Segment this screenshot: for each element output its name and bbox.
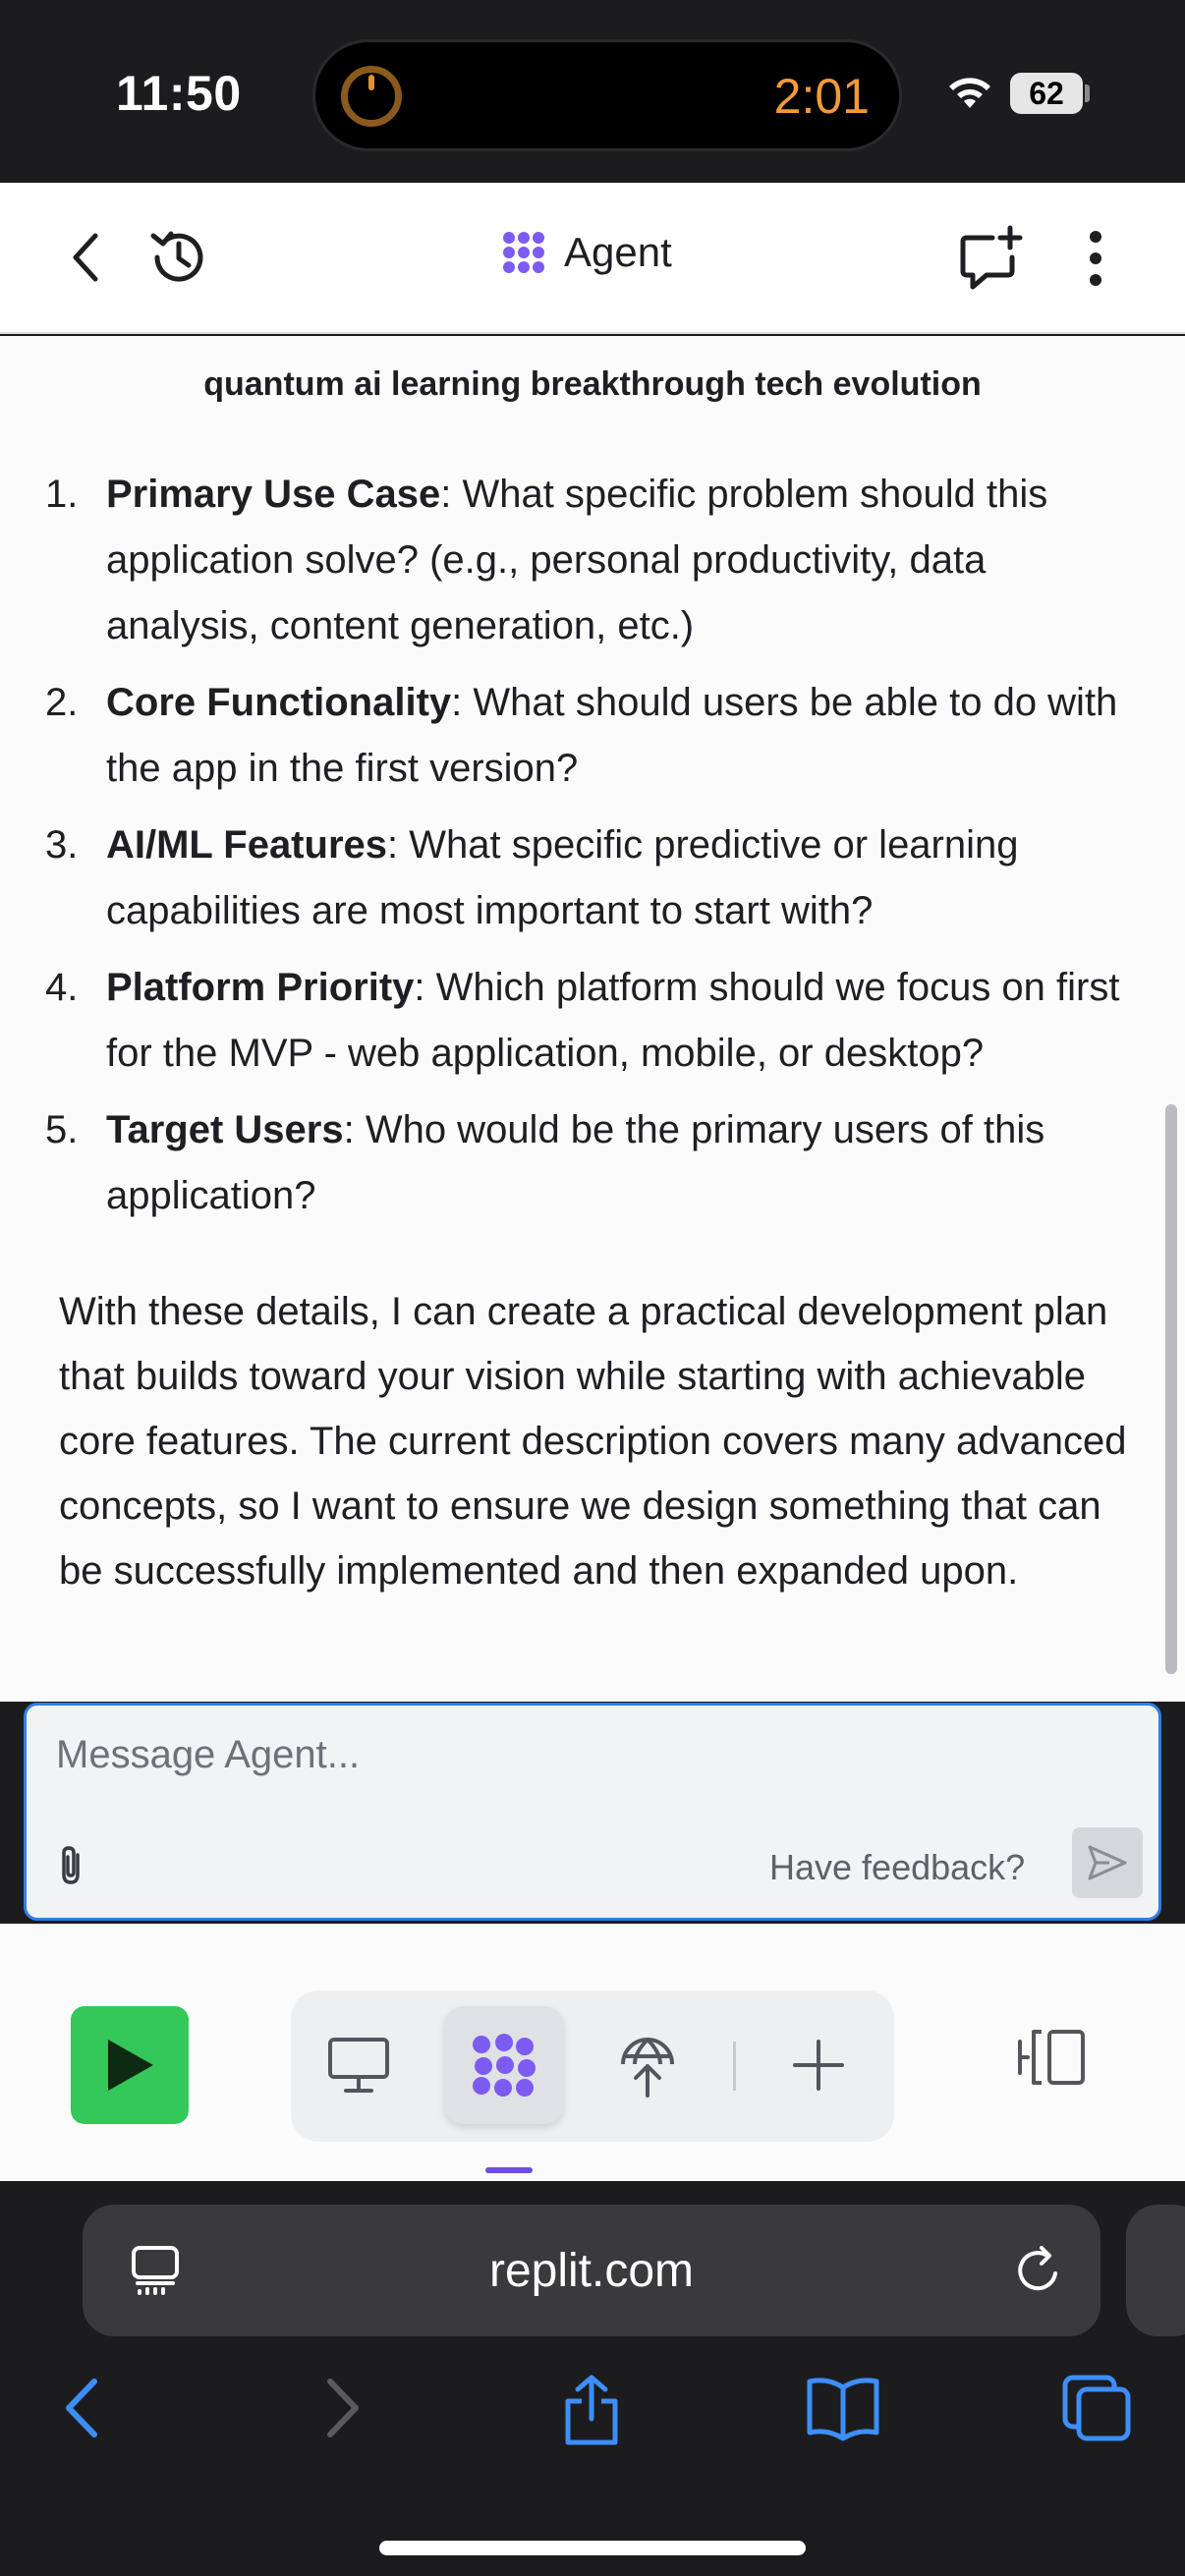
home-indicator [379,2541,806,2555]
page-title: Agent [564,229,672,275]
workspace-switcher [291,1990,894,2142]
island-timer: 2:01 [773,69,870,124]
message-composer[interactable]: Message Agent... Have feedback? [24,1703,1161,1921]
attach-button[interactable] [54,1843,87,1893]
run-button[interactable] [71,2006,189,2124]
app-header: Agent [0,183,1185,334]
send-button[interactable] [1072,1827,1143,1898]
toggle-panel-button[interactable] [1012,2026,1091,2094]
address-bar[interactable]: replit.com [83,2205,1100,2336]
new-chat-icon [960,225,1023,290]
closing-paragraph: With these details, I can create a pract… [59,1290,1127,1593]
share-icon[interactable] [560,2374,623,2446]
deploy-globe-icon [621,2038,674,2098]
browser-toolbar: replit.com [0,2181,1185,2576]
message-heading-fragment: quantum ai learning breakthrough tech ev… [203,365,982,403]
chevron-left-icon [73,233,98,282]
play-icon [108,2040,153,2091]
app-bottom-toolbar [0,1924,1185,2181]
message-input[interactable]: Message Agent... [56,1733,360,1777]
paperclip-icon [62,1846,80,1884]
question-title: Platform Priority [106,966,415,1009]
send-icon [1088,1845,1127,1880]
reload-icon[interactable] [1012,2244,1065,2297]
history-button[interactable] [143,222,214,293]
preview-tab[interactable] [299,2006,419,2124]
question-title: Target Users [106,1108,344,1151]
list-number: 1. [45,473,79,516]
battery-nub [1085,84,1090,102]
list-item: 2. Core Functionality: What should users… [45,670,1146,802]
bookmarks-icon[interactable] [806,2374,880,2442]
browser-forward-icon[interactable] [320,2374,364,2442]
plus-icon [793,2040,844,2091]
timer-ring-icon [341,66,402,127]
chat-scrollbar[interactable] [1165,1104,1177,1674]
browser-back-icon[interactable] [61,2374,104,2442]
chat-transcript[interactable]: quantum ai learning breakthrough tech ev… [0,336,1185,1702]
tabs-overview-icon[interactable] [1061,2374,1132,2442]
question-title: Primary Use Case [106,473,441,516]
battery-indicator: 62 [1010,73,1083,114]
segment-divider [733,2042,736,2091]
question-title: AI/ML Features [106,823,387,867]
feedback-link[interactable]: Have feedback? [769,1847,1025,1888]
agent-logo-icon [503,232,544,273]
questions-list: 1. Primary Use Case: What specific probl… [45,462,1146,1240]
split-panel-icon [1018,2030,1085,2085]
list-item: 1. Primary Use Case: What specific probl… [45,462,1146,659]
url-text: replit.com [488,2245,695,2297]
more-vertical-icon [1090,231,1101,286]
new-tab-button[interactable] [759,2006,878,2124]
question-title: Core Functionality [106,681,452,724]
header-title-group: Agent [499,228,672,277]
active-tab-indicator [485,2167,533,2173]
back-button[interactable] [55,226,114,289]
list-number: 2. [45,681,79,724]
list-item: 5. Target Users: Who would be the primar… [45,1097,1146,1229]
new-chat-button[interactable] [955,222,1028,295]
monitor-icon [328,2038,389,2093]
list-number: 5. [45,1108,79,1151]
status-time: 11:50 [116,66,242,121]
next-tab-preview[interactable] [1126,2205,1185,2336]
list-item: 4. Platform Priority: Which platform sho… [45,955,1146,1087]
agent-logo-icon [473,2034,536,2097]
wifi-icon [949,78,990,108]
list-number: 3. [45,823,79,867]
status-bar: 11:50 2:01 62 [0,0,1185,183]
list-item: 3. AI/ML Features: What specific predict… [45,812,1146,944]
history-icon [150,231,203,282]
more-options-button[interactable] [1073,222,1118,295]
list-number: 4. [45,966,79,1009]
dynamic-island: 2:01 [312,39,902,151]
agent-tab[interactable] [444,2006,564,2124]
deploy-tab[interactable] [588,2006,707,2124]
